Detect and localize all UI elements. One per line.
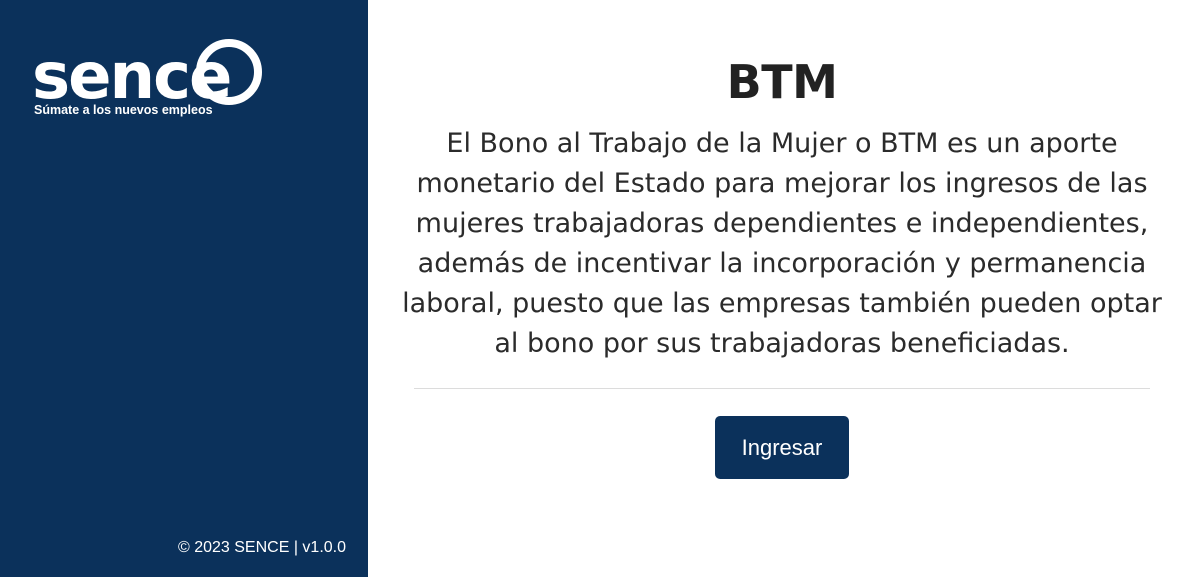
page-layout: sence Súmate a los nuevos empleos © 2023… (0, 0, 1200, 577)
footer-copyright: © 2023 SENCE | v1.0.0 (177, 539, 346, 556)
logo-tagline: Súmate a los nuevos empleos (34, 103, 213, 117)
sence-logo-graphic: sence Súmate a los nuevos empleos (32, 39, 262, 117)
sence-logo: sence Súmate a los nuevos empleos (32, 30, 264, 120)
sidebar: sence Súmate a los nuevos empleos © 2023… (0, 0, 368, 577)
page-description: El Bono al Trabajo de la Mujer o BTM es … (402, 128, 1162, 359)
page-title: BTM (726, 55, 838, 109)
divider (414, 388, 1150, 389)
main-content: BTM El Bono al Trabajo de la Mujer o BTM… (368, 0, 1200, 577)
ingresar-button[interactable]: Ingresar (715, 416, 849, 479)
